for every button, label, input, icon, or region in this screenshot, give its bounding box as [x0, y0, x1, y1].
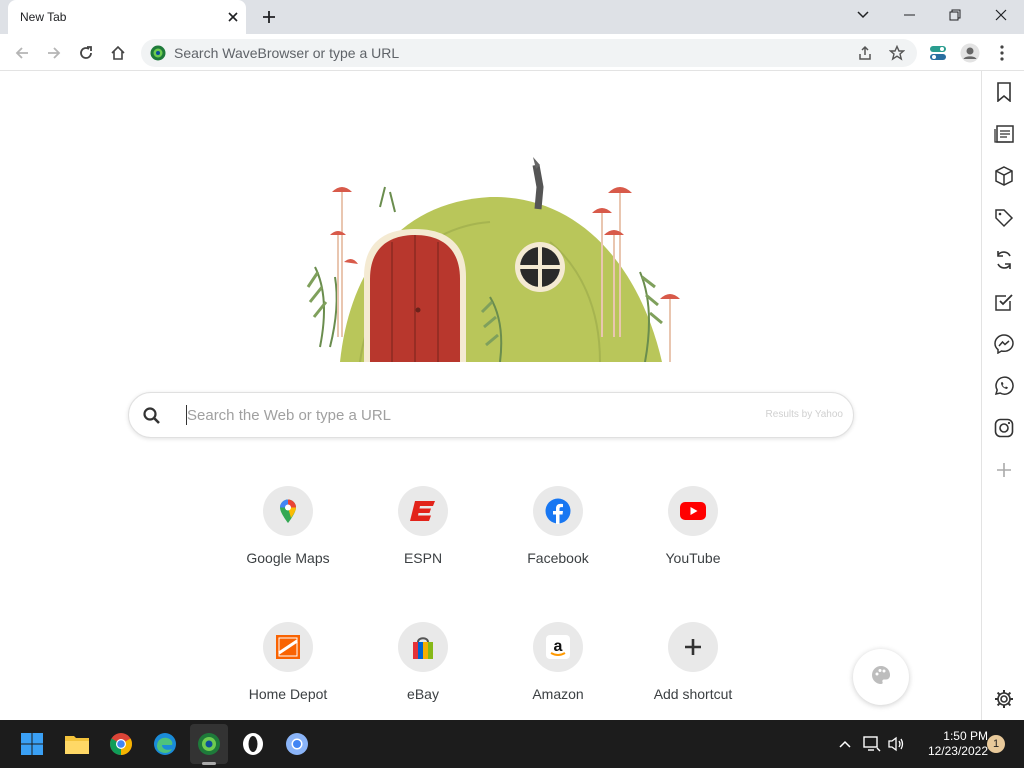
home-icon[interactable] — [105, 40, 131, 66]
svg-text:a: a — [554, 638, 563, 655]
add-icon[interactable] — [991, 457, 1017, 483]
messenger-icon[interactable] — [991, 331, 1017, 357]
shortcut-label: Facebook — [527, 550, 589, 566]
close-window-icon[interactable] — [978, 0, 1024, 30]
tab-title: New Tab — [20, 10, 67, 24]
tab-new-tab[interactable]: New Tab — [8, 0, 246, 34]
chevron-up-icon[interactable] — [835, 734, 855, 754]
shortcut-home-depot[interactable]: Home Depot — [233, 622, 343, 732]
tab-search-chevron-icon[interactable] — [840, 0, 886, 30]
search-placeholder: Search the Web or type a URL — [187, 407, 391, 424]
profile-avatar-icon[interactable] — [957, 40, 983, 66]
search-icon — [141, 405, 163, 427]
forward-icon[interactable] — [41, 40, 67, 66]
minimize-icon[interactable] — [886, 0, 932, 30]
bookmark-star-icon[interactable] — [888, 44, 906, 66]
reload-icon[interactable] — [73, 40, 99, 66]
wavebrowser-logo-icon — [150, 45, 166, 61]
shortcut-label: Amazon — [532, 686, 584, 702]
chromium-icon[interactable] — [281, 728, 313, 760]
shortcut-label: Home Depot — [248, 686, 328, 702]
shortcut-ebay[interactable]: eBay — [368, 622, 478, 732]
new-tab-page: Search the Web or type a URL Results by … — [0, 71, 981, 720]
shortcut-label: YouTube — [665, 550, 721, 566]
google-maps-icon — [263, 486, 313, 536]
volume-icon[interactable] — [886, 734, 906, 754]
side-panel — [981, 71, 1024, 720]
home-depot-icon — [263, 622, 313, 672]
youtube-icon — [668, 486, 718, 536]
system-clock[interactable]: 1:50 PM 12/23/2022 — [916, 729, 988, 759]
shortcut-google-maps[interactable]: Google Maps — [233, 486, 343, 596]
edge-icon[interactable] — [149, 728, 181, 760]
box-icon[interactable] — [991, 163, 1017, 189]
menu-kebab-icon[interactable] — [989, 40, 1015, 66]
network-icon[interactable] — [862, 734, 882, 754]
address-bar-placeholder: Search WaveBrowser or type a URL — [174, 45, 400, 61]
sidebar-toggle-icon[interactable] — [925, 40, 951, 66]
shortcut-amazon[interactable]: a Amazon — [503, 622, 613, 732]
add-shortcut-button[interactable]: Add shortcut — [638, 622, 748, 732]
new-tab-button[interactable] — [258, 6, 280, 28]
search-box[interactable]: Search the Web or type a URL Results by … — [128, 392, 854, 438]
back-icon[interactable] — [9, 40, 35, 66]
palette-icon — [871, 665, 891, 690]
shortcut-label: Google Maps — [246, 550, 330, 566]
search-provider-label: Results by Yahoo — [765, 409, 843, 420]
tag-icon[interactable] — [991, 205, 1017, 231]
facebook-icon — [533, 486, 583, 536]
bookmark-icon[interactable] — [991, 79, 1017, 105]
clock-time: 1:50 PM — [943, 729, 988, 743]
shortcut-label: Add shortcut — [653, 686, 733, 702]
address-bar[interactable]: Search WaveBrowser or type a URL — [141, 39, 917, 67]
shortcut-youtube[interactable]: YouTube — [638, 486, 748, 596]
espn-icon — [398, 486, 448, 536]
close-tab-icon[interactable] — [224, 8, 242, 26]
instagram-icon[interactable] — [991, 415, 1017, 441]
notification-badge[interactable]: 1 — [987, 735, 1005, 753]
hobbit-house-illustration — [300, 147, 680, 363]
sync-icon[interactable] — [991, 247, 1017, 273]
windows-start-icon[interactable] — [16, 728, 48, 760]
reading-list-icon[interactable] — [991, 121, 1017, 147]
windows-taskbar: 1:50 PM 12/23/2022 1 — [0, 720, 1024, 768]
amazon-icon: a — [533, 622, 583, 672]
plus-icon — [668, 622, 718, 672]
share-icon[interactable] — [857, 45, 873, 66]
opera-icon[interactable] — [237, 728, 269, 760]
shortcut-label: ESPN — [403, 550, 443, 566]
active-app-indicator — [202, 762, 216, 765]
wavebrowser-icon[interactable] — [193, 728, 225, 760]
checklist-icon[interactable] — [991, 289, 1017, 315]
shortcut-label: eBay — [407, 686, 439, 702]
shortcut-espn[interactable]: ESPN — [368, 486, 478, 596]
tab-strip: New Tab — [0, 0, 1024, 34]
clock-date: 12/23/2022 — [927, 744, 988, 758]
ebay-icon — [398, 622, 448, 672]
file-explorer-icon[interactable] — [61, 728, 93, 760]
settings-icon[interactable] — [991, 686, 1017, 712]
chrome-icon[interactable] — [105, 728, 137, 760]
whatsapp-icon[interactable] — [991, 373, 1017, 399]
customize-theme-button[interactable] — [853, 649, 909, 705]
shortcut-facebook[interactable]: Facebook — [503, 486, 613, 596]
browser-toolbar: Search WaveBrowser or type a URL — [0, 34, 1024, 71]
restore-icon[interactable] — [932, 0, 978, 30]
